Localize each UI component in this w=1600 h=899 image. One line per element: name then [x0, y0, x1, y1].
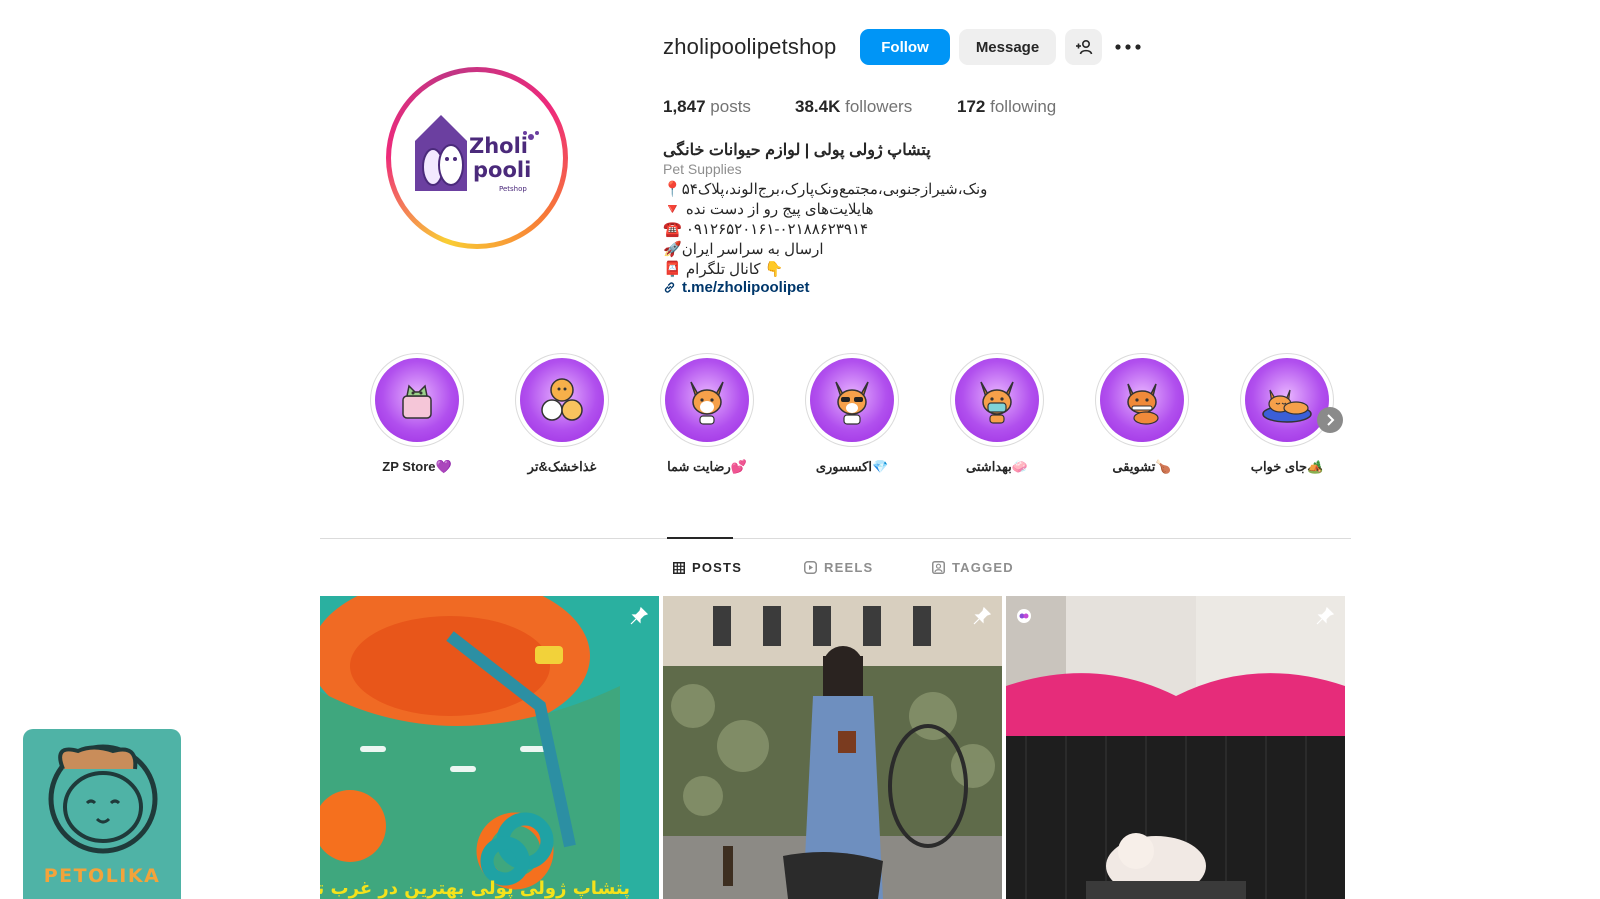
reels-icon	[804, 561, 817, 574]
chevron-right-icon	[1327, 414, 1335, 426]
highlight-label: بهداشتی🧼	[966, 459, 1028, 474]
logo-line2: pooli	[473, 158, 531, 182]
cat-sweater-icon	[375, 358, 459, 442]
pin-icon	[1316, 606, 1335, 625]
logo-line1: Zholi	[469, 134, 528, 158]
logo-sub: Petshop	[499, 185, 527, 193]
woman-outdoor-image	[663, 596, 1002, 899]
corgi-sleeping-icon	[1245, 358, 1329, 442]
bio-link-text: t.me/zholipoolipet	[682, 279, 810, 296]
corgi-mask-icon	[955, 358, 1039, 442]
followers-label: followers	[845, 97, 913, 116]
zholipooli-logo: Zholi pooli Petshop	[415, 115, 539, 193]
following-label: following	[990, 97, 1057, 116]
dog-cat-pile-icon	[520, 358, 604, 442]
pin-icon	[973, 606, 992, 625]
follow-button[interactable]: Follow	[860, 29, 950, 65]
tabs-divider	[320, 538, 1351, 539]
followers-count: 38.4K	[795, 97, 841, 116]
posts-count: 1,847	[663, 97, 706, 116]
shiba-bone-icon	[1100, 358, 1184, 442]
petolika-logo	[48, 744, 158, 854]
petolika-text: PETOLIKA	[43, 865, 161, 887]
following-count: 172	[957, 97, 986, 116]
tab-reels-label: REELS	[824, 560, 874, 575]
highlight-item[interactable]: اکسسوری💎	[802, 353, 902, 475]
bio-highlights-note: 🔻 هایلایت‌های پیج رو از دست نده	[663, 201, 874, 218]
pin-icon	[630, 606, 649, 625]
bio-phone: ☎️ ۰۹۱۲۶۵۲۰۱۶۱-۰۲۱۸۸۶۲۳۹۱۴	[663, 221, 869, 238]
avatar-image: Zholi pooli Petshop	[391, 72, 563, 244]
bio-address: 📍ونک،شیرازجنوبی،مجتمع‌ونک‌پارک،برج‌الوند…	[663, 181, 988, 198]
pet-playpen-image	[1006, 596, 1345, 899]
pet-bowl-toys-image: پتشاپ ژولی پولی بهترین در غرب تهران	[320, 596, 659, 899]
petolika-watermark: PETOLIKA	[23, 729, 181, 899]
posts-stat: 1,847 posts	[663, 97, 751, 117]
tab-posts-label: POSTS	[692, 560, 743, 575]
tab-tagged-label: TAGGED	[952, 560, 1014, 575]
collab-icon	[1017, 609, 1031, 623]
highlight-item[interactable]: رضایت شما💕	[657, 353, 757, 475]
tagged-icon	[932, 561, 945, 574]
highlights-next-button[interactable]	[1317, 407, 1343, 433]
following-stat[interactable]: 172 following	[957, 97, 1056, 117]
highlight-label: تشویقی🍗	[1112, 459, 1172, 474]
more-options-button[interactable]	[1111, 29, 1145, 65]
suggested-accounts-button[interactable]	[1065, 29, 1102, 65]
highlight-label: جای خواب🏕️	[1250, 459, 1324, 474]
bio-telegram: 📮 کانال تلگرام 👇	[663, 261, 784, 278]
highlight-item[interactable]: تشویقی🍗	[1092, 353, 1192, 475]
highlight-label: اکسسوری💎	[815, 459, 889, 474]
post-thumbnail[interactable]: پتشاپ ژولی پولی بهترین در غرب تهران	[320, 596, 659, 899]
tab-posts[interactable]: POSTS	[673, 560, 742, 575]
posts-label: posts	[710, 97, 751, 116]
highlight-label: غذاخشک&تر	[527, 459, 597, 474]
username: zholipoolipetshop	[663, 34, 837, 59]
bio-category: Pet Supplies	[663, 161, 742, 177]
tab-reels[interactable]: REELS	[804, 560, 873, 575]
tab-tagged[interactable]: TAGGED	[932, 560, 1014, 575]
more-dots-icon	[1115, 44, 1141, 50]
link-icon	[664, 282, 675, 293]
highlight-item[interactable]: ZP Store💜	[367, 353, 467, 475]
highlight-label: ZP Store💜	[382, 459, 452, 474]
post-thumbnail[interactable]	[663, 596, 1002, 899]
grid-icon	[673, 561, 685, 574]
bio-link[interactable]: t.me/zholipoolipet	[663, 279, 810, 296]
message-button[interactable]: Message	[959, 29, 1056, 65]
corgi-sunglasses-icon	[810, 358, 894, 442]
followers-stat[interactable]: 38.4K followers	[795, 97, 912, 117]
bio-shipping: 🚀ارسال به سراسر ایران	[663, 241, 824, 258]
active-tab-indicator	[667, 537, 733, 539]
highlight-label: رضایت شما💕	[667, 459, 747, 474]
corgi-happy-icon	[665, 358, 749, 442]
add-person-icon	[1075, 39, 1092, 55]
bio-name: پتشاپ ژولی پولی | لوازم حیوانات خانگی	[663, 142, 931, 159]
post-caption: پتشاپ ژولی پولی بهترین در غرب تهران	[320, 878, 630, 899]
highlight-item[interactable]: غذاخشک&تر	[512, 353, 612, 475]
post-thumbnail[interactable]	[1006, 596, 1345, 899]
highlight-item[interactable]: بهداشتی🧼	[947, 353, 1047, 475]
profile-avatar[interactable]: Zholi pooli Petshop	[386, 67, 568, 249]
